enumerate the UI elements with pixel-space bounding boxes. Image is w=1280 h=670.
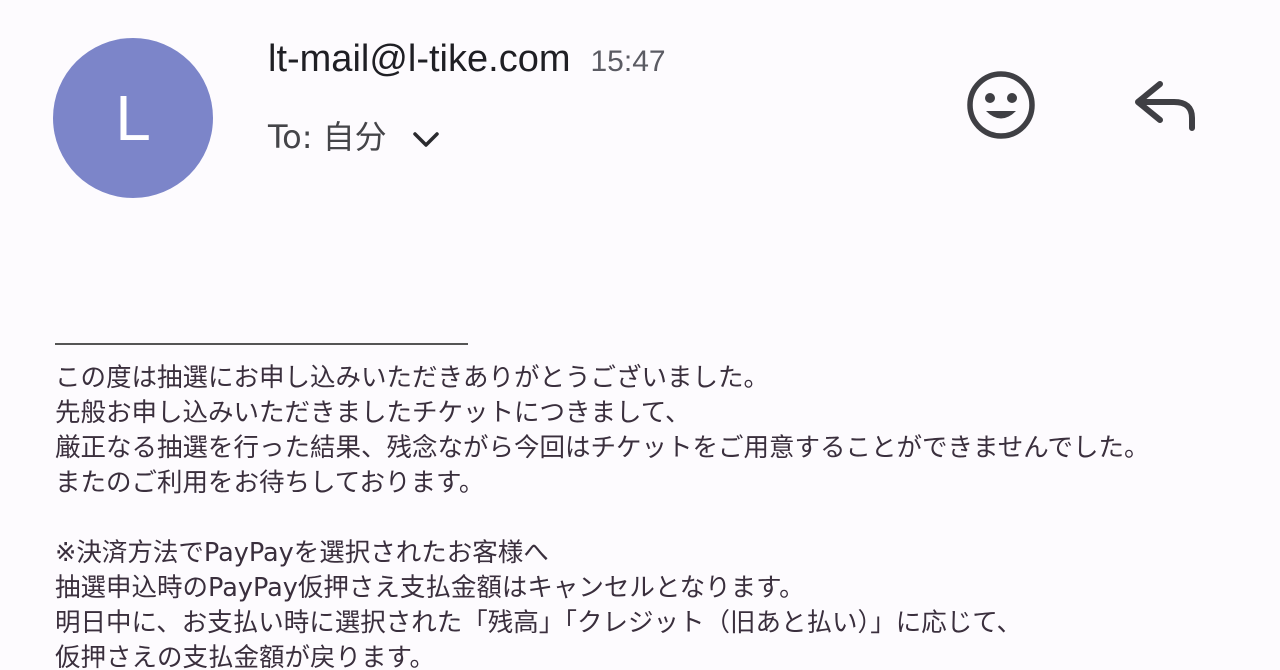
body-line: 先般お申し込みいただきましたチケットにつきまして、 (55, 398, 691, 428)
body-line: 厳正なる抽選を行った結果、残念ながら今回はチケットをご用意することができませんで… (55, 433, 1150, 463)
body-line: またのご利用をお待ちしております。 (55, 468, 485, 498)
email-view: L lt-mail@l-tike.com 15:47 To: 自分 この度は抽選… (0, 0, 1280, 670)
signature-divider (55, 343, 468, 345)
body-line: 明日中に、お支払い時に選択された「残高」「クレジット（旧あと払い）」に応じて、 (55, 608, 1022, 638)
reply-arrow-icon[interactable] (1130, 72, 1200, 138)
recipient-toggle[interactable]: To: 自分 (268, 112, 443, 158)
body-line: この度は抽選にお申し込みいただきありがとうございました。 (55, 363, 770, 393)
sender-line: lt-mail@l-tike.com 15:47 (268, 38, 666, 81)
avatar[interactable]: L (53, 38, 213, 198)
body-line: 仮押さえの支払金額が戻ります。 (55, 643, 435, 670)
body-line: 抽選申込時のPayPay仮押さえ支払金額はキャンセルとなります。 (55, 573, 805, 603)
received-time: 15:47 (590, 45, 666, 78)
smiley-face-icon[interactable] (964, 68, 1038, 142)
body-line: ※決済方法でPayPayを選択されたお客様へ (55, 538, 549, 568)
recipient-label: To: 自分 (268, 118, 387, 156)
chevron-down-icon[interactable] (409, 128, 443, 152)
sender-address[interactable]: lt-mail@l-tike.com (268, 38, 570, 81)
avatar-letter: L (115, 82, 151, 154)
message-body: この度は抽選にお申し込みいただきありがとうございました。 先般お申し込みいただき… (55, 361, 1270, 670)
